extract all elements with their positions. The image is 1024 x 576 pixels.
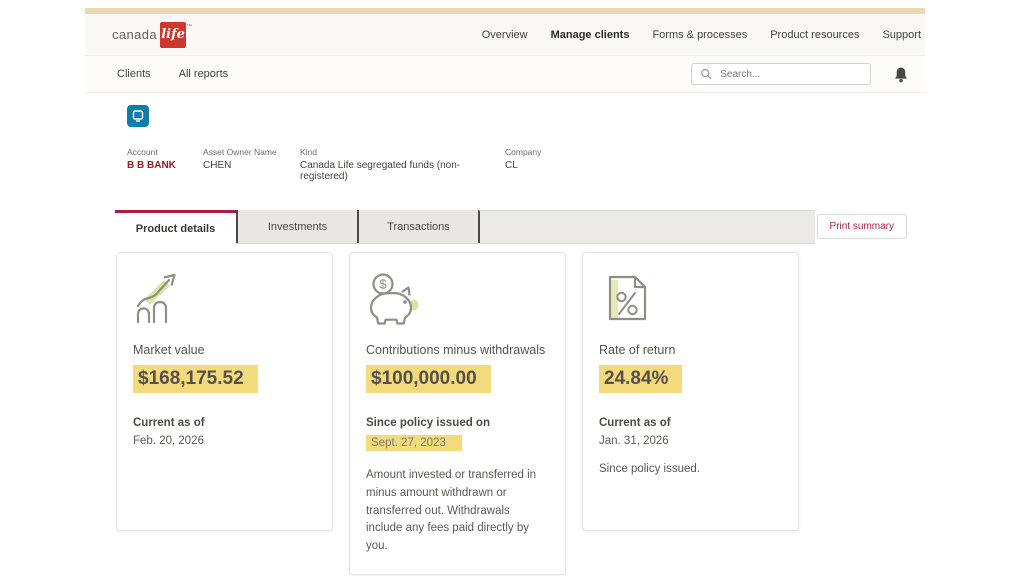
field-value: CHEN: [203, 160, 300, 171]
field-company: Company CL: [505, 147, 541, 182]
nav-item-support[interactable]: Support: [882, 29, 921, 41]
piggy-bank-icon: $: [366, 271, 549, 335]
field-label: Asset Owner Name: [203, 147, 300, 157]
contributions-card: $ Contributions minus withdrawals $100,0…: [349, 252, 566, 575]
svg-text:$: $: [379, 277, 387, 292]
highlighted-value: 24.84%: [599, 365, 682, 393]
account-number-link[interactable]: B B BANK: [127, 160, 203, 171]
market-value-amount: $168,175.52: [133, 365, 316, 393]
nav-item-product-resources[interactable]: Product resources: [770, 29, 859, 41]
content-container: canada life ™ Overview Manage clients Fo…: [85, 8, 925, 575]
logo-text: canada: [112, 27, 157, 42]
account-fields: Account B B BANK Asset Owner Name CHEN K…: [127, 147, 925, 182]
search-input[interactable]: [720, 69, 862, 80]
nav-item-overview[interactable]: Overview: [482, 29, 528, 41]
tab-product-details[interactable]: Product details: [115, 210, 236, 245]
highlighted-date: Sept. 27, 2023: [366, 435, 462, 451]
field-label: Kind: [300, 147, 505, 157]
card-date: Feb. 20, 2026: [133, 435, 316, 447]
notifications-bell-icon[interactable]: [893, 66, 909, 83]
field-asset-owner: Asset Owner Name CHEN: [203, 147, 300, 182]
account-summary: Account B B BANK Asset Owner Name CHEN K…: [85, 93, 925, 182]
field-value: Canada Life segregated funds (non-regist…: [300, 160, 505, 182]
print-summary-button[interactable]: Print summary: [817, 214, 907, 239]
page: canada life ™ Overview Manage clients Fo…: [0, 0, 1024, 576]
card-note: Since policy issued.: [599, 463, 782, 475]
search-box[interactable]: [691, 63, 871, 85]
field-account: Account B B BANK: [127, 147, 203, 182]
card-description: Amount invested or transferred in minus …: [366, 467, 549, 556]
rate-of-return-amount: 24.84%: [599, 365, 782, 393]
card-label: Rate of return: [599, 343, 782, 357]
card-subheading: Since policy issued on: [366, 417, 549, 429]
account-entity-icon: [127, 105, 149, 127]
contributions-amount: $100,000.00: [366, 365, 549, 393]
card-label: Contributions minus withdrawals: [366, 343, 549, 357]
sub-nav-bar: Clients All reports: [85, 56, 925, 93]
highlighted-value: $100,000.00: [366, 365, 491, 393]
market-value-card: Market value $168,175.52 Current as of F…: [116, 252, 333, 531]
chart-up-icon: [133, 271, 316, 335]
nav-item-forms-processes[interactable]: Forms & processes: [652, 29, 747, 41]
card-label: Market value: [133, 343, 316, 357]
subnav-item-clients[interactable]: Clients: [117, 68, 151, 80]
field-label: Company: [505, 147, 541, 157]
tab-strip: Product details Investments Transactions: [115, 210, 815, 244]
field-label: Account: [127, 147, 203, 157]
search-icon: [700, 67, 712, 81]
rate-of-return-card: Rate of return 24.84% Current as of Jan.…: [582, 252, 799, 531]
logo-life-mark: life: [160, 22, 186, 48]
sub-nav-links: Clients All reports: [117, 68, 228, 80]
header-bar: canada life ™ Overview Manage clients Fo…: [85, 14, 925, 56]
summary-cards: Market value $168,175.52 Current as of F…: [116, 252, 925, 575]
tab-strip-filler: [478, 210, 815, 243]
tab-transactions[interactable]: Transactions: [357, 210, 478, 243]
card-subheading: Current as of: [599, 417, 782, 429]
tab-bar-row: Product details Investments Transactions…: [85, 210, 925, 244]
main-nav: Overview Manage clients Forms & processe…: [482, 29, 921, 41]
subnav-item-all-reports[interactable]: All reports: [179, 68, 229, 80]
highlighted-value: $168,175.52: [133, 365, 258, 393]
card-subheading: Current as of: [133, 417, 316, 429]
card-date: Jan. 31, 2026: [599, 435, 782, 447]
percent-document-icon: [599, 271, 782, 335]
canada-life-logo[interactable]: canada life ™: [112, 22, 192, 48]
field-value: CL: [505, 160, 541, 171]
card-date: Sept. 27, 2023: [366, 435, 549, 451]
trademark-symbol: ™: [186, 24, 192, 30]
nav-item-manage-clients[interactable]: Manage clients: [551, 29, 630, 41]
field-kind: Kind Canada Life segregated funds (non-r…: [300, 147, 505, 182]
tab-investments[interactable]: Investments: [236, 210, 357, 243]
